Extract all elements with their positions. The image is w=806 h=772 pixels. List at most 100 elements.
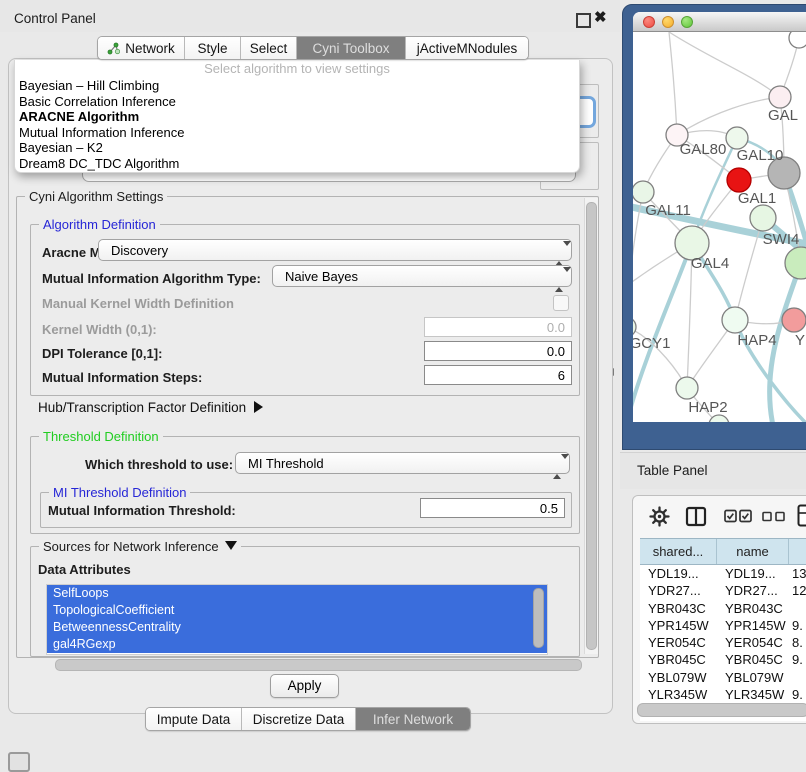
column-header[interactable]: shared... — [640, 539, 717, 564]
column-header[interactable]: name — [717, 539, 789, 564]
table-cell: YDR27... — [640, 582, 717, 599]
manual-kernel-checkbox[interactable] — [553, 295, 569, 311]
tab-style-label: Style — [197, 41, 227, 56]
select-all-icon[interactable] — [724, 509, 752, 523]
gear-icon[interactable] — [649, 506, 670, 527]
table-cell: YER054C — [640, 634, 717, 651]
tab-select[interactable]: Select — [241, 37, 297, 59]
mi-threshold-label: Mutual Information Threshold: — [48, 503, 236, 518]
network-window[interactable]: GALGAL80GAL10GAL1GAL11SWI4GAL4HAP4YGCY1H… — [633, 12, 806, 422]
apply-button[interactable]: Apply — [270, 674, 339, 698]
data-attribute-item[interactable]: TopologicalCoefficient — [47, 602, 547, 619]
list-scrollbar[interactable] — [533, 588, 544, 648]
network-node[interactable] — [785, 247, 806, 279]
tab-network[interactable]: Network — [98, 37, 185, 59]
algorithm-option[interactable]: Mutual Information Inference — [15, 125, 579, 141]
window-close-icon[interactable] — [643, 16, 655, 28]
table-row[interactable]: YBR045CYBR045C9. — [640, 651, 806, 668]
sources-group-title-text: Sources for Network Inference — [43, 539, 219, 554]
network-node-gal11[interactable] — [633, 181, 654, 203]
table-cell: YBR043C — [640, 600, 717, 617]
node-label: HAP4 — [737, 332, 776, 349]
network-canvas[interactable]: GALGAL80GAL10GAL1GAL11SWI4GAL4HAP4YGCY1H… — [633, 32, 806, 422]
sources-group-title[interactable]: Sources for Network Inference — [39, 539, 241, 554]
hub-section-toggle[interactable]: Hub/Transcription Factor Definition — [38, 400, 263, 415]
tab-impute-data-label: Impute Data — [157, 712, 231, 727]
tab-jactivemnodules[interactable]: jActiveMNodules — [406, 37, 528, 59]
network-node-gal[interactable] — [769, 86, 791, 108]
table-panel: shared...name YDL19...YDL19...13YDR27...… — [632, 495, 806, 724]
table-cell: YPR145W — [640, 617, 717, 634]
network-node[interactable] — [789, 32, 806, 48]
table-row[interactable]: YBL079WYBL079W — [640, 669, 806, 686]
table-row[interactable]: YBR043CYBR043C — [640, 600, 806, 617]
tab-cyni-toolbox[interactable]: Cyni Toolbox — [297, 37, 406, 59]
table-cell: 9. — [789, 651, 806, 668]
vertical-scrollbar-thumb[interactable] — [586, 202, 597, 650]
tab-discretize-data[interactable]: Discretize Data — [242, 708, 356, 730]
algorithm-option[interactable]: Dream8 DC_TDC Algorithm — [15, 156, 579, 172]
aracne-mode-select[interactable]: Discovery — [98, 239, 572, 261]
cyni-settings-title: Cyni Algorithm Settings — [25, 189, 167, 204]
table-cell: YBR045C — [717, 651, 789, 668]
table-cell: YBL079W — [717, 669, 789, 686]
mi-algorithm-type-select[interactable]: Naive Bayes — [272, 265, 572, 287]
algorithm-option[interactable]: ARACNE Algorithm — [15, 109, 579, 125]
algorithm-option[interactable]: Basic Correlation Inference — [15, 94, 579, 110]
data-attribute-item[interactable]: gal4RGexp — [47, 636, 547, 653]
deselect-all-icon[interactable] — [762, 511, 786, 522]
table-icon[interactable] — [797, 504, 806, 528]
network-node-swi4[interactable] — [750, 205, 776, 231]
network-node-gal10[interactable] — [726, 127, 748, 149]
mi-threshold-input[interactable]: 0.5 — [420, 498, 565, 518]
tab-infer-network[interactable]: Infer Network — [356, 708, 470, 730]
dpi-tolerance-label: DPI Tolerance [0,1]: — [42, 346, 162, 361]
network-node-hap4[interactable] — [722, 307, 748, 333]
expand-right-icon — [254, 401, 263, 413]
network-window-titlebar[interactable] — [633, 12, 806, 32]
table-toolbar — [633, 496, 806, 536]
tab-style[interactable]: Style — [185, 37, 241, 59]
tab-impute-data[interactable]: Impute Data — [146, 708, 242, 730]
table-cell: 9. — [789, 686, 806, 703]
network-node-y[interactable] — [782, 308, 806, 332]
network-node[interactable] — [709, 415, 729, 422]
tab-cyni-toolbox-label: Cyni Toolbox — [312, 41, 389, 56]
kernel-width-input[interactable]: 0.0 — [424, 317, 572, 337]
table-row[interactable]: YER054CYER054C8. — [640, 634, 806, 651]
close-panel-icon[interactable]: ✖ — [594, 8, 607, 26]
tab-jactivemnodules-label: jActiveMNodules — [417, 41, 518, 56]
mi-steps-input[interactable]: 6 — [424, 365, 572, 385]
algorithm-definition-title: Algorithm Definition — [39, 217, 160, 232]
table-cell: 12 — [789, 582, 806, 599]
table-horizontal-scrollbar[interactable] — [637, 703, 806, 717]
algorithm-option[interactable]: Bayesian – K2 — [15, 140, 579, 156]
network-node-gal1[interactable] — [727, 168, 751, 192]
table-row[interactable]: YLR345WYLR345W9. — [640, 686, 806, 703]
tab-network-label: Network — [125, 41, 175, 56]
columns-icon[interactable] — [685, 506, 707, 527]
network-node-hap2[interactable] — [676, 377, 698, 399]
column-header[interactable] — [789, 539, 806, 564]
network-node-gcy1[interactable] — [633, 317, 636, 337]
data-attribute-item[interactable]: SelfLoops — [47, 585, 547, 602]
algorithm-option[interactable]: Bayesian – Hill Climbing — [15, 78, 579, 94]
settings-vertical-scrollbar[interactable] — [584, 198, 598, 654]
data-attribute-item[interactable]: BetweennessCentrality — [47, 619, 547, 636]
node-label: GCY1 — [633, 335, 670, 352]
data-attributes-list[interactable]: SelfLoopsTopologicalCoefficientBetweenne… — [46, 584, 548, 655]
window-zoom-icon[interactable] — [681, 16, 693, 28]
float-panel-icon[interactable] — [576, 13, 591, 28]
which-threshold-select[interactable]: MI Threshold — [235, 452, 570, 474]
table-row[interactable]: YDR27...YDR27...12 — [640, 582, 806, 599]
window-minimize-icon[interactable] — [662, 16, 674, 28]
which-threshold-value: MI Threshold — [248, 456, 324, 471]
dpi-tolerance-input[interactable]: 0.0 — [424, 341, 572, 361]
settings-horizontal-scrollbar[interactable] — [55, 659, 582, 671]
algorithm-popup-header: Select algorithm to view settings — [15, 60, 579, 78]
table-cell — [789, 600, 806, 617]
table-cell: YBL079W — [640, 669, 717, 686]
table-row[interactable]: YDL19...YDL19...13 — [640, 565, 806, 582]
bottom-left-panel-button[interactable] — [8, 752, 30, 772]
table-row[interactable]: YPR145WYPR145W9. — [640, 617, 806, 634]
